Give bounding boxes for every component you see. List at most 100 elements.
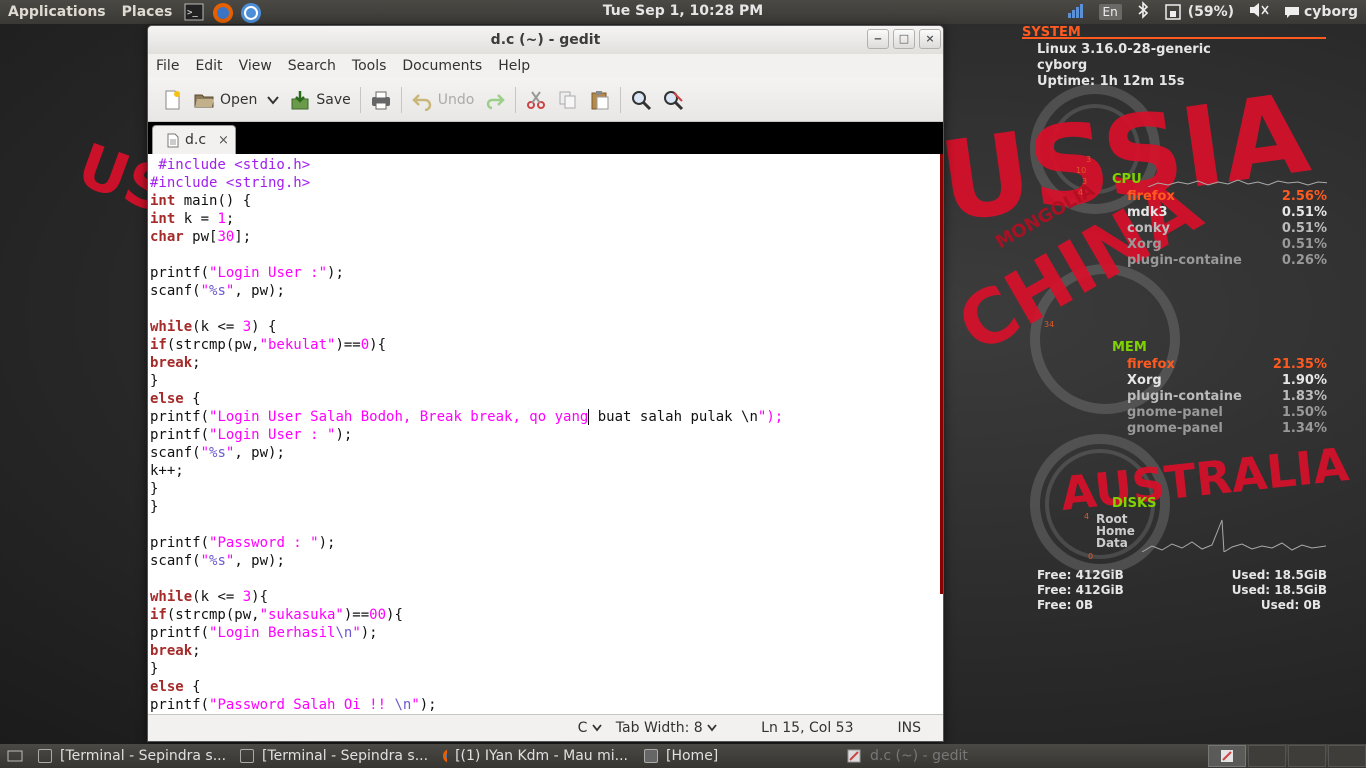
code-line[interactable]: int main() {	[148, 192, 943, 210]
menu-tools[interactable]: Tools	[344, 58, 395, 74]
undo-label: Undo	[437, 91, 475, 108]
taskbar-item[interactable]: [Terminal - Sepindra s...	[30, 745, 232, 767]
show-desktop-button[interactable]	[0, 745, 30, 767]
new-document-button[interactable]	[156, 83, 188, 117]
volume-icon[interactable]	[1248, 2, 1270, 22]
code-line[interactable]: scanf("%s", pw);	[148, 552, 943, 570]
code-line[interactable]: }	[148, 372, 943, 390]
applications-menu[interactable]: Applications	[0, 4, 114, 20]
user-menu[interactable]: cyborg	[1284, 4, 1358, 20]
bluetooth-icon[interactable]	[1136, 1, 1150, 23]
code-line[interactable]: printf("Login Berhasil\n");	[148, 624, 943, 642]
menu-search[interactable]: Search	[280, 58, 344, 74]
code-line[interactable]: scanf("%s", pw);	[148, 444, 943, 462]
menu-edit[interactable]: Edit	[187, 58, 230, 74]
code-line[interactable]: char pw[30];	[148, 228, 943, 246]
workspace-4[interactable]	[1328, 745, 1366, 767]
top-panel: Applications Places >_ Tue Sep 1, 10:28 …	[0, 0, 1366, 24]
code-line[interactable]: }	[148, 498, 943, 516]
code-line[interactable]: #include <stdio.h>	[148, 156, 943, 174]
code-line[interactable]: ​	[148, 516, 943, 534]
code-line[interactable]: ​	[148, 300, 943, 318]
menu-documents[interactable]: Documents	[394, 58, 490, 74]
disk-ring-tick: 0	[1088, 552, 1094, 561]
window-titlebar[interactable]: d.c (~) - gedit ‒ □ ×	[148, 26, 943, 54]
save-button[interactable]: Save	[284, 83, 355, 117]
code-line[interactable]: scanf("%s", pw);	[148, 282, 943, 300]
code-line[interactable]: printf("Login User Salah Bodoh, Break br…	[148, 408, 943, 426]
vertical-scrollbar[interactable]	[940, 154, 943, 594]
code-line[interactable]: if(strcmp(pw,"sukasuka")==00){	[148, 606, 943, 624]
cpu-process: Xorg 0.51%	[1127, 237, 1327, 252]
copy-button[interactable]	[552, 83, 584, 117]
code-line[interactable]: else {	[148, 678, 943, 696]
menu-view[interactable]: View	[231, 58, 280, 74]
cpu-ring-tick: 10	[1076, 166, 1087, 175]
taskbar-item[interactable]: [(1) IYan Kdm - Mau mi...	[434, 745, 636, 767]
code-line[interactable]: printf("Login User :");	[148, 264, 943, 282]
code-line[interactable]: int k = 1;	[148, 210, 943, 228]
toolbar-separator	[400, 86, 402, 113]
user-name: cyborg	[1304, 4, 1358, 20]
text-editor[interactable]: #include <stdio.h> #include <string.h> int…	[148, 154, 943, 716]
code-line[interactable]: ​	[148, 246, 943, 264]
minimize-button[interactable]: ‒	[867, 29, 889, 49]
terminal-icon	[240, 749, 254, 763]
tab-d-c[interactable]: d.c ×	[152, 125, 236, 154]
code-line[interactable]: ​	[148, 570, 943, 588]
redo-button[interactable]	[479, 83, 511, 117]
code-line[interactable]: printf("Login User : ");	[148, 426, 943, 444]
undo-button[interactable]: Undo	[406, 83, 480, 117]
terminal-launcher-icon[interactable]: >_	[184, 2, 204, 22]
code-line[interactable]: }	[148, 660, 943, 678]
tab-width-selector[interactable]: Tab Width: 8	[616, 720, 739, 736]
disk-ring-tick: 4	[1084, 512, 1090, 521]
menubar: File Edit View Search Tools Documents He…	[148, 54, 943, 78]
find-button[interactable]	[625, 83, 657, 117]
language-selector[interactable]: C	[556, 720, 616, 736]
code-line[interactable]: k++;	[148, 462, 943, 480]
paste-button[interactable]	[584, 83, 616, 117]
taskbar-item[interactable]: [Terminal - Sepindra s...	[232, 745, 434, 767]
code-line[interactable]: printf("Password Salah Oi !! \n");	[148, 696, 943, 714]
workspace-3[interactable]	[1288, 745, 1326, 767]
cut-button[interactable]	[520, 83, 552, 117]
maximize-button[interactable]: □	[893, 29, 915, 49]
workspace-switcher[interactable]	[1208, 745, 1366, 767]
battery-indicator[interactable]: (59%)	[1164, 3, 1234, 21]
print-button[interactable]	[365, 83, 397, 117]
code-line[interactable]: printf("Password : ");	[148, 534, 943, 552]
signal-icon[interactable]	[1067, 2, 1085, 22]
tab-label: d.c	[185, 132, 207, 148]
code-line[interactable]: #include <string.h>	[148, 174, 943, 192]
menu-file[interactable]: File	[148, 58, 187, 74]
code-line[interactable]: else {	[148, 390, 943, 408]
places-menu[interactable]: Places	[114, 4, 181, 20]
code-line[interactable]: if(strcmp(pw,"bekulat")==0){	[148, 336, 943, 354]
workspace-2[interactable]	[1248, 745, 1286, 767]
code-line[interactable]: break;	[148, 642, 943, 660]
folder-open-icon	[194, 94, 214, 107]
close-window-button[interactable]: ×	[919, 29, 941, 49]
open-recent-dropdown[interactable]	[262, 83, 284, 117]
code-line[interactable]: break;	[148, 354, 943, 372]
chat-bubble-icon	[1285, 7, 1299, 18]
menu-help[interactable]: Help	[490, 58, 538, 74]
hostname: cyborg	[1037, 58, 1088, 73]
cpu-graph	[1147, 179, 1327, 187]
uptime: Uptime: 1h 12m 15s	[1037, 74, 1185, 89]
code-line[interactable]: }	[148, 480, 943, 498]
taskbar-item[interactable]: [Home]	[636, 745, 838, 767]
find-replace-button[interactable]	[657, 83, 689, 117]
code-line[interactable]: while(k <= 3) {	[148, 318, 943, 336]
disks-header: DISKS	[1112, 496, 1157, 511]
tab-close-button[interactable]: ×	[218, 133, 229, 148]
code-line[interactable]: while(k <= 3){	[148, 588, 943, 606]
firefox-launcher-icon[interactable]	[212, 2, 234, 23]
keyboard-layout[interactable]: En	[1098, 4, 1122, 20]
panel-clock[interactable]: Tue Sep 1, 10:28 PM	[603, 3, 763, 19]
workspace-1[interactable]	[1208, 745, 1246, 767]
open-button[interactable]: Open	[188, 83, 262, 117]
taskbar-item-active[interactable]: d.c (~) - gedit	[838, 745, 1040, 767]
browser-launcher-icon[interactable]	[240, 2, 262, 23]
